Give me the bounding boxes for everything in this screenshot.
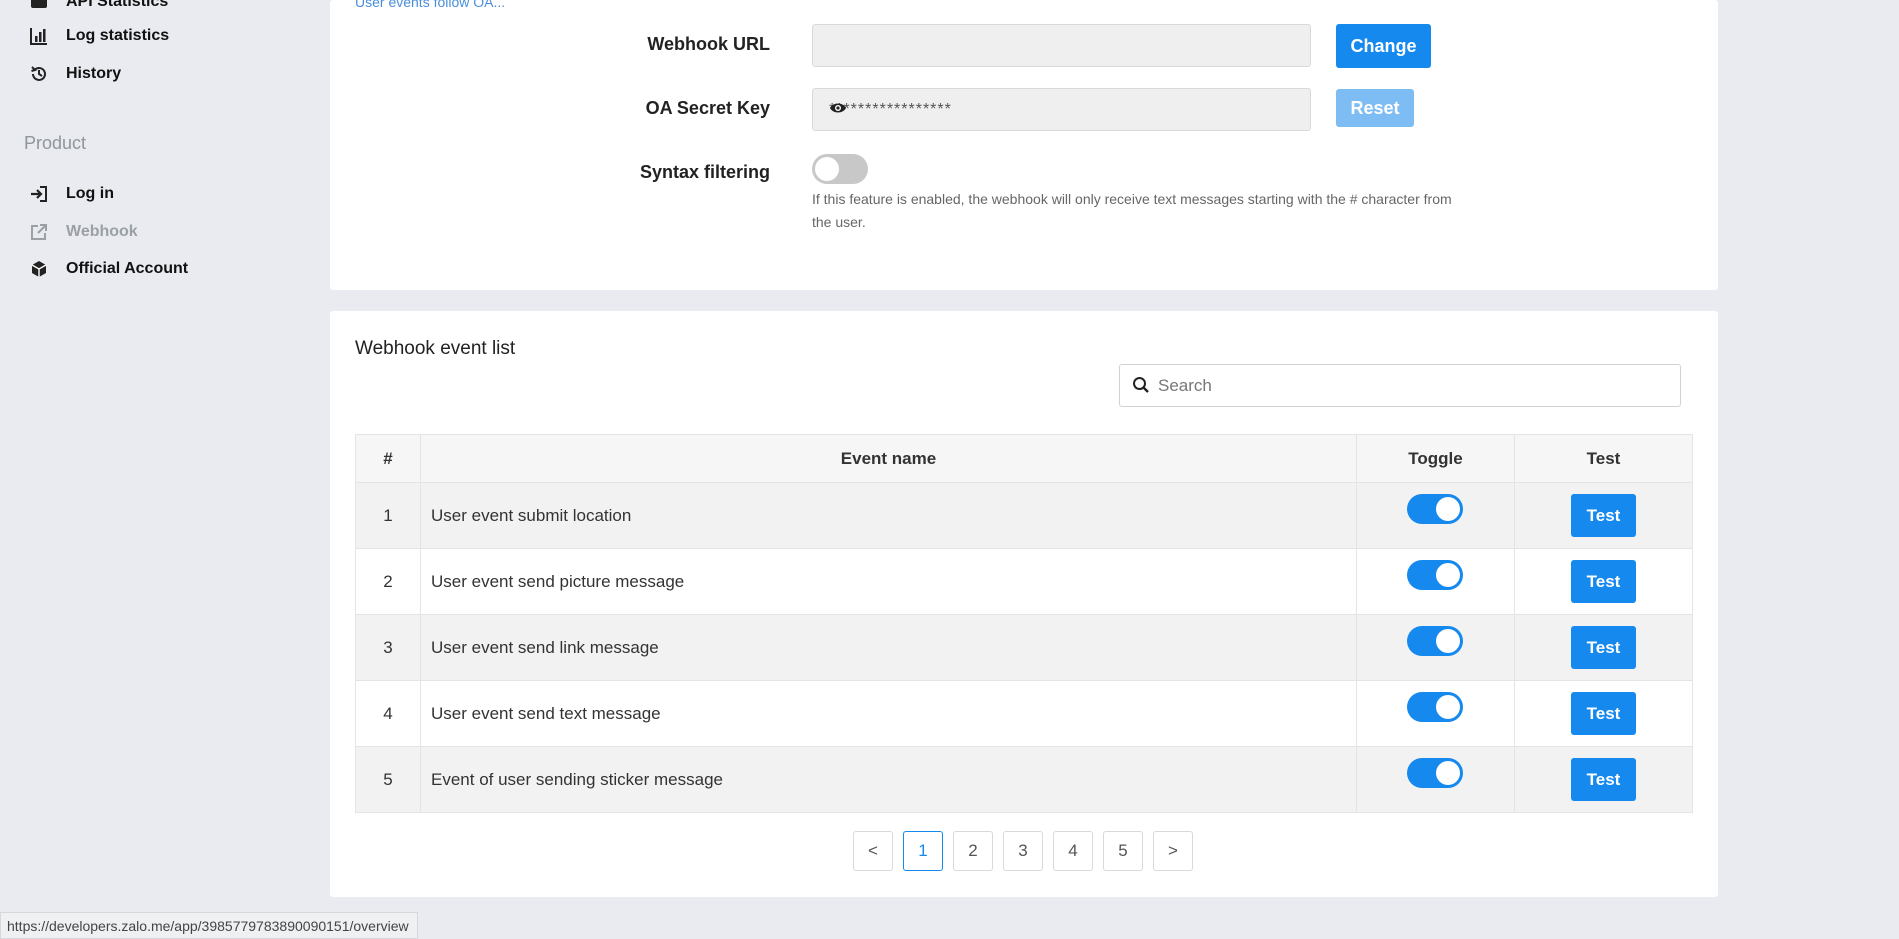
page-button-5[interactable]: 5 xyxy=(1103,831,1143,871)
webhook-event-list-card: Webhook event list # Event name Toggle T… xyxy=(330,311,1718,897)
table-row: 5 Event of user sending sticker message … xyxy=(355,746,1693,813)
sidebar-item-api-statistics[interactable]: API Statistics xyxy=(28,0,168,14)
toggle-cell xyxy=(1356,746,1515,813)
page-button-2[interactable]: 2 xyxy=(953,831,993,871)
test-cell: Test xyxy=(1514,482,1693,549)
column-header-toggle: Toggle xyxy=(1356,434,1515,483)
table-header-row: # Event name Toggle Test xyxy=(355,434,1693,483)
login-icon xyxy=(28,183,50,205)
pagination: < 1 2 3 4 5 > xyxy=(853,831,1193,871)
table-row: 2 User event send picture message Test xyxy=(355,548,1693,615)
sidebar-item-webhook[interactable]: Webhook xyxy=(28,220,138,244)
event-name: Event of user sending sticker message xyxy=(420,746,1357,813)
sidebar-item-login[interactable]: Log in xyxy=(28,182,114,206)
syntax-filtering-toggle[interactable] xyxy=(812,154,868,184)
test-cell: Test xyxy=(1514,680,1693,747)
external-link-icon xyxy=(28,221,50,243)
test-button[interactable]: Test xyxy=(1571,758,1636,801)
table-row: 1 User event submit location Test xyxy=(355,482,1693,549)
sidebar-item-label: Log statistics xyxy=(66,27,170,44)
toggle-knob xyxy=(1436,497,1460,521)
search-input[interactable] xyxy=(1158,373,1658,399)
event-name: User event send picture message xyxy=(420,548,1357,615)
toggle-knob xyxy=(1436,563,1460,587)
toggle-knob xyxy=(1436,761,1460,785)
change-button[interactable]: Change xyxy=(1336,24,1431,68)
syntax-filtering-help: If this feature is enabled, the webhook … xyxy=(812,191,1452,230)
sidebar: API Statistics Log statistics History Pr… xyxy=(0,0,310,939)
bar-chart-icon xyxy=(28,25,50,47)
sidebar-item-label: Log in xyxy=(66,185,114,202)
row-number: 5 xyxy=(355,746,421,813)
webhook-url-label: Webhook URL xyxy=(647,34,770,54)
row-number: 4 xyxy=(355,680,421,747)
sidebar-item-history[interactable]: History xyxy=(28,62,121,86)
page-button-3[interactable]: 3 xyxy=(1003,831,1043,871)
row-number: 1 xyxy=(355,482,421,549)
event-list-title: Webhook event list xyxy=(355,338,516,359)
toggle-cell xyxy=(1356,614,1515,681)
column-header-num: # xyxy=(355,434,421,483)
prev-page-button[interactable]: < xyxy=(853,831,893,871)
toggle-knob xyxy=(1436,695,1460,719)
section-label-product: Product xyxy=(24,133,87,153)
event-toggle[interactable] xyxy=(1407,626,1463,656)
event-toggle[interactable] xyxy=(1407,758,1463,788)
webhook-url-field[interactable] xyxy=(812,24,1311,67)
cube-icon xyxy=(28,258,50,280)
page-button-1[interactable]: 1 xyxy=(903,831,943,871)
column-header-test: Test xyxy=(1514,434,1693,483)
test-button[interactable]: Test xyxy=(1571,626,1636,669)
event-table: # Event name Toggle Test 1 User event su… xyxy=(355,434,1693,813)
event-toggle[interactable] xyxy=(1407,560,1463,590)
sidebar-item-label: Official Account xyxy=(66,260,189,277)
webhook-settings-card: User events follow OA... Webhook URL Cha… xyxy=(330,0,1718,290)
toggle-cell xyxy=(1356,482,1515,549)
sidebar-item-label: History xyxy=(66,65,122,82)
toggle-knob xyxy=(1436,629,1460,653)
test-cell: Test xyxy=(1514,614,1693,681)
event-name: User event send text message xyxy=(420,680,1357,747)
api-statistics-icon xyxy=(28,0,50,13)
sidebar-item-official-account[interactable]: Official Account xyxy=(28,257,188,281)
test-cell: Test xyxy=(1514,548,1693,615)
table-row: 3 User event send link message Test xyxy=(355,614,1693,681)
test-button[interactable]: Test xyxy=(1571,692,1636,735)
search-icon xyxy=(1132,376,1150,399)
eye-icon[interactable] xyxy=(829,101,1298,120)
event-toggle[interactable] xyxy=(1407,494,1463,524)
sidebar-item-label: Webhook xyxy=(66,223,138,240)
test-cell: Test xyxy=(1514,746,1693,813)
syntax-filtering-label: Syntax filtering xyxy=(639,162,770,182)
toggle-knob xyxy=(815,157,839,181)
test-button[interactable]: Test xyxy=(1571,494,1636,537)
search-box xyxy=(1119,364,1681,407)
reset-button[interactable]: Reset xyxy=(1336,89,1414,127)
column-header-event-name: Event name xyxy=(420,434,1357,483)
row-number: 3 xyxy=(355,614,421,681)
secret-key-label: OA Secret Key xyxy=(645,98,770,118)
secret-key-field[interactable]: ***************** xyxy=(812,88,1311,131)
next-page-button[interactable]: > xyxy=(1153,831,1193,871)
table-row: 4 User event send text message Test xyxy=(355,680,1693,747)
browser-status-bar: https://developers.zalo.me/app/398577978… xyxy=(0,912,418,939)
history-icon xyxy=(28,63,50,85)
event-name: User event send link message xyxy=(420,614,1357,681)
toggle-cell xyxy=(1356,680,1515,747)
row-number: 2 xyxy=(355,548,421,615)
sidebar-item-log-statistics[interactable]: Log statistics xyxy=(28,24,169,48)
toggle-cell xyxy=(1356,548,1515,615)
test-button[interactable]: Test xyxy=(1571,560,1636,603)
event-name: User event submit location xyxy=(420,482,1357,549)
sidebar-item-label: API Statistics xyxy=(66,0,169,10)
page-button-4[interactable]: 4 xyxy=(1053,831,1093,871)
event-toggle[interactable] xyxy=(1407,692,1463,722)
oa-follow-link[interactable]: User events follow OA... xyxy=(355,0,505,10)
